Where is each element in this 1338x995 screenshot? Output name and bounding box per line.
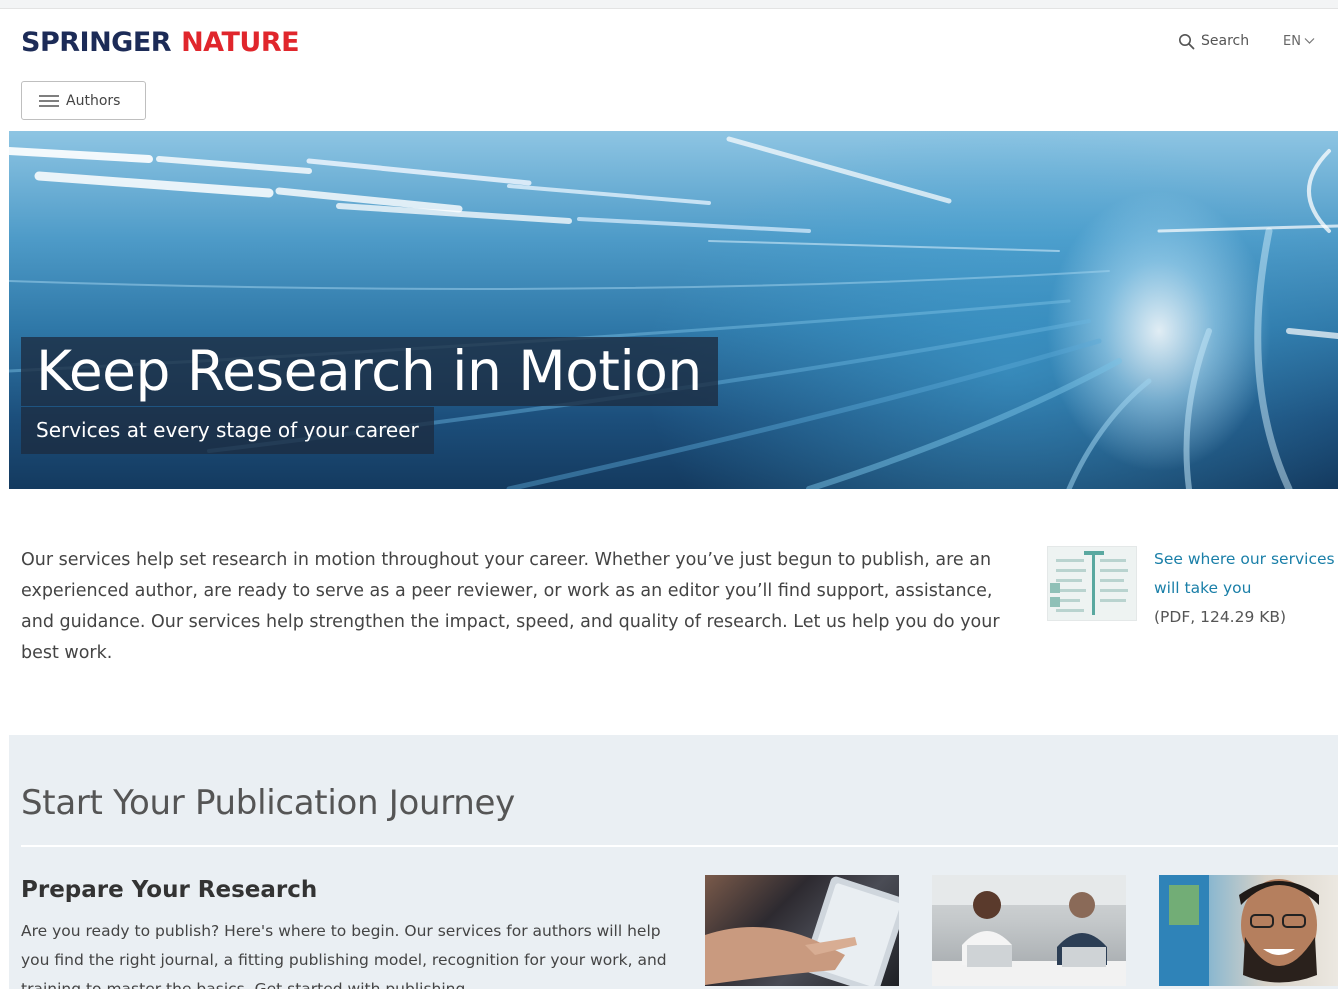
pdf-file-info: (PDF, 124.29 KB) <box>1154 608 1287 626</box>
section-divider <box>21 845 1338 847</box>
office-workers-image <box>932 875 1126 986</box>
hero-banner: Keep Research in Motion Services at ever… <box>9 131 1338 489</box>
language-selector[interactable]: EN <box>1283 30 1315 52</box>
hero-title: Keep Research in Motion <box>21 337 718 406</box>
prepare-research-heading: Prepare Your Research <box>21 877 318 903</box>
hamburger-icon <box>39 94 59 107</box>
springer-nature-logo[interactable]: SPRINGER NATURE <box>21 24 300 60</box>
infographic-thumbnail-image <box>1048 547 1136 620</box>
publication-journey-section: Start Your Publication Journey Prepare Y… <box>9 735 1338 995</box>
card-image-smiling-man[interactable] <box>1159 875 1338 986</box>
pdf-thumbnail[interactable] <box>1047 546 1137 621</box>
browser-top-edge <box>0 0 1338 9</box>
viewport-bottom-edge <box>0 989 1338 995</box>
language-label: EN <box>1283 33 1301 49</box>
section-title: Start Your Publication Journey <box>21 783 515 823</box>
logo-word-springer: SPRINGER <box>21 26 172 58</box>
hero-subtitle: Services at every stage of your career <box>21 407 434 454</box>
search-icon <box>1179 33 1195 49</box>
search-button[interactable]: Search <box>1178 30 1249 52</box>
search-label: Search <box>1201 33 1250 49</box>
logo-word-nature: NATURE <box>181 26 300 58</box>
prepare-research-text: Are you ready to publish? Here's where t… <box>21 922 667 995</box>
services-pdf-link[interactable]: See where our services will take you (PD… <box>1154 545 1338 632</box>
pdf-link-text: See where our services will take you <box>1154 550 1335 597</box>
chevron-down-icon <box>1304 38 1315 44</box>
card-image-office[interactable] <box>932 875 1126 986</box>
authors-menu-button[interactable]: Authors <box>21 81 146 120</box>
smiling-researcher-image <box>1159 875 1319 986</box>
authors-menu-label: Authors <box>66 92 121 109</box>
tablet-hand-image <box>705 876 899 986</box>
intro-paragraph: Our services help set research in motion… <box>21 550 1000 663</box>
card-image-tablet[interactable] <box>705 875 899 986</box>
